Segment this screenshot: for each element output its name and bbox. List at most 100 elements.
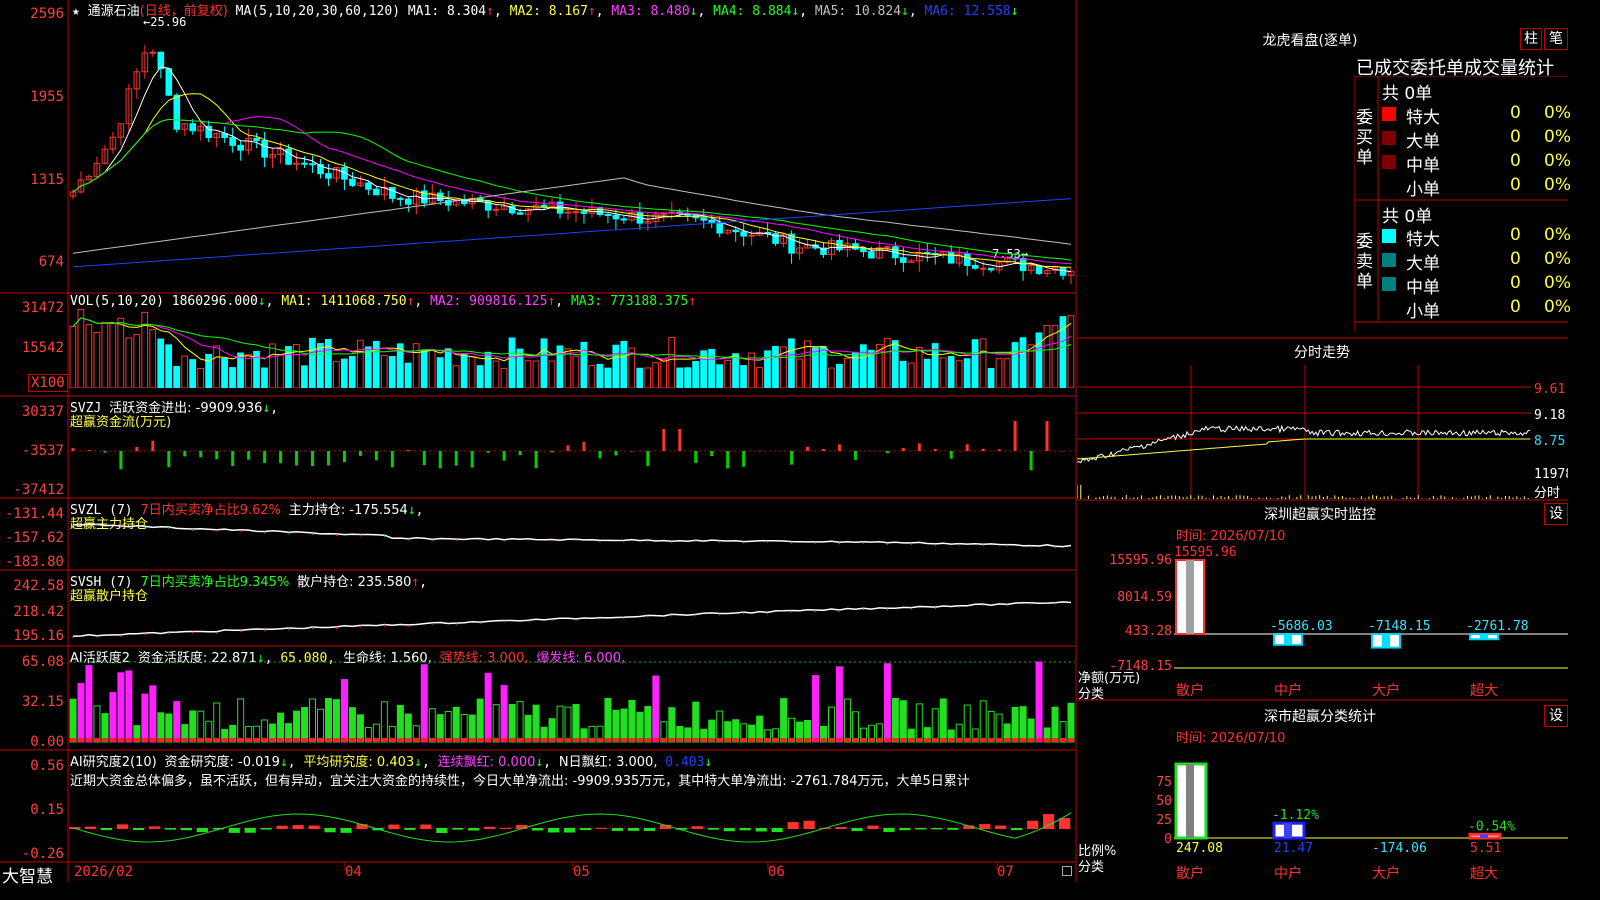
row-name: 特大 [1406, 108, 1440, 128]
ai2-bar [604, 697, 612, 743]
air-bar [899, 828, 911, 831]
candle-body [325, 173, 332, 179]
ai2-bar [516, 701, 524, 743]
air-bar [532, 828, 544, 831]
candle-body [157, 51, 165, 70]
volume-bar [476, 365, 484, 388]
monitor-cat: 中户 [1274, 682, 1302, 699]
ai2-bar [332, 699, 340, 743]
ai2-base [836, 738, 843, 742]
air-bar [468, 828, 480, 831]
ai2-base [349, 738, 356, 742]
candle-body [253, 137, 260, 142]
row-name: 中单 [1406, 278, 1440, 298]
ai2-base [588, 738, 595, 742]
volume-bar [891, 340, 899, 388]
ai2-base [557, 738, 564, 742]
ai2-bar [309, 698, 317, 743]
ai-activity-chart[interactable] [69, 660, 1075, 744]
ai2-bar [109, 692, 117, 743]
candle-body [309, 163, 316, 166]
ai2-base [261, 738, 268, 742]
volume-bar [971, 339, 979, 388]
ai2-base [341, 738, 348, 742]
ai2-bar [476, 698, 484, 743]
row-percent: 0% [1544, 151, 1571, 171]
volume-chart[interactable] [69, 308, 1075, 388]
color-swatch [1382, 229, 1396, 243]
ai2-base [972, 738, 979, 742]
volume-bar [229, 367, 236, 388]
volume-bar [460, 354, 468, 388]
ai2-bar [612, 709, 620, 743]
candle-body [301, 162, 308, 165]
ai2-bar [1051, 706, 1059, 743]
ai2-base [788, 738, 795, 742]
color-swatch [1382, 107, 1396, 121]
classify-ytick-2: 25 [1156, 813, 1172, 828]
ai2-base [205, 738, 212, 742]
intraday-chart[interactable] [1077, 365, 1532, 499]
air-bar [691, 826, 703, 829]
ai2-base [485, 738, 492, 742]
volume-bar [1051, 324, 1059, 388]
volume-bar [157, 338, 165, 388]
air-bar [148, 826, 161, 829]
air-bar [276, 825, 288, 829]
candle-body [373, 188, 380, 196]
bar-mode-button[interactable]: 柱 [1520, 28, 1542, 50]
ai2-bar [420, 664, 428, 743]
air-bar [228, 828, 240, 833]
monitor-chart[interactable]: 15595.96 散户 -5686.03 中户 -7148.15 大户 -2761.78 超大 [1174, 540, 1568, 700]
ma4-line [72, 118, 1072, 261]
ai2-base [740, 738, 747, 742]
ai2-base [365, 738, 372, 742]
volume-bar [309, 337, 316, 388]
ai-research-chart[interactable] [69, 790, 1075, 860]
candle-body [580, 211, 588, 214]
ai2-bar [213, 702, 221, 743]
classify-settings-button[interactable]: 设 [1544, 705, 1568, 727]
ai2-bar [293, 710, 301, 743]
candle-body [189, 123, 197, 132]
volume-bar [692, 360, 700, 388]
svsh-chart[interactable] [69, 592, 1075, 644]
ai2-base [437, 738, 444, 742]
tick-mode-button[interactable]: 笔 [1544, 28, 1568, 50]
svzj-ytick-0: 30337 [21, 404, 64, 420]
volume-bar [468, 356, 476, 388]
ai2-bar [556, 705, 564, 743]
volume-bar [380, 355, 388, 388]
volume-bar [540, 338, 548, 388]
kline-chart[interactable] [69, 14, 1075, 292]
candle-body [700, 217, 708, 221]
air-bar [308, 825, 320, 829]
ai2-bar [1019, 706, 1027, 743]
air-bar [404, 828, 416, 830]
volume-bar [620, 340, 628, 388]
monitor-settings-button[interactable]: 设 [1544, 503, 1568, 525]
candle-body [349, 178, 356, 186]
ai2-bar [899, 700, 907, 743]
monitor-ytick-2: 433.28 [1125, 624, 1172, 639]
classify-chart[interactable]: 247.08 散户 -1.12% 21.47 中户 -174.06 大户 -0.54% 5.51… [1174, 740, 1568, 882]
volume-bar [596, 363, 604, 388]
row-name: 大单 [1406, 254, 1440, 274]
ai2-base [517, 738, 524, 742]
svzl-chart[interactable] [69, 520, 1075, 568]
ai2-base [301, 738, 308, 742]
classify-bar-stripe [1284, 823, 1292, 838]
volume-bar [77, 308, 85, 388]
air-note: 近期大资金总体偏多，虽不活跃，但有异动，宜关注大资金的持续性，今日大单净流出: … [70, 774, 970, 789]
svzj-chart[interactable] [69, 400, 1075, 496]
air-label: AI研究度2(10) [70, 755, 157, 770]
air-t2: 平均研究度: 0.403 [303, 755, 415, 770]
classify-bar-stripe [1480, 834, 1488, 838]
ai2-bar [277, 712, 285, 743]
ai2-ytick-0: 65.08 [21, 654, 64, 670]
ai2-bar [101, 713, 109, 743]
volume-bar [820, 346, 827, 388]
ai2-base [660, 738, 667, 742]
fenshi-ytick-2: 8.75 [1534, 434, 1566, 449]
classify-bar-stripe [1186, 764, 1194, 838]
